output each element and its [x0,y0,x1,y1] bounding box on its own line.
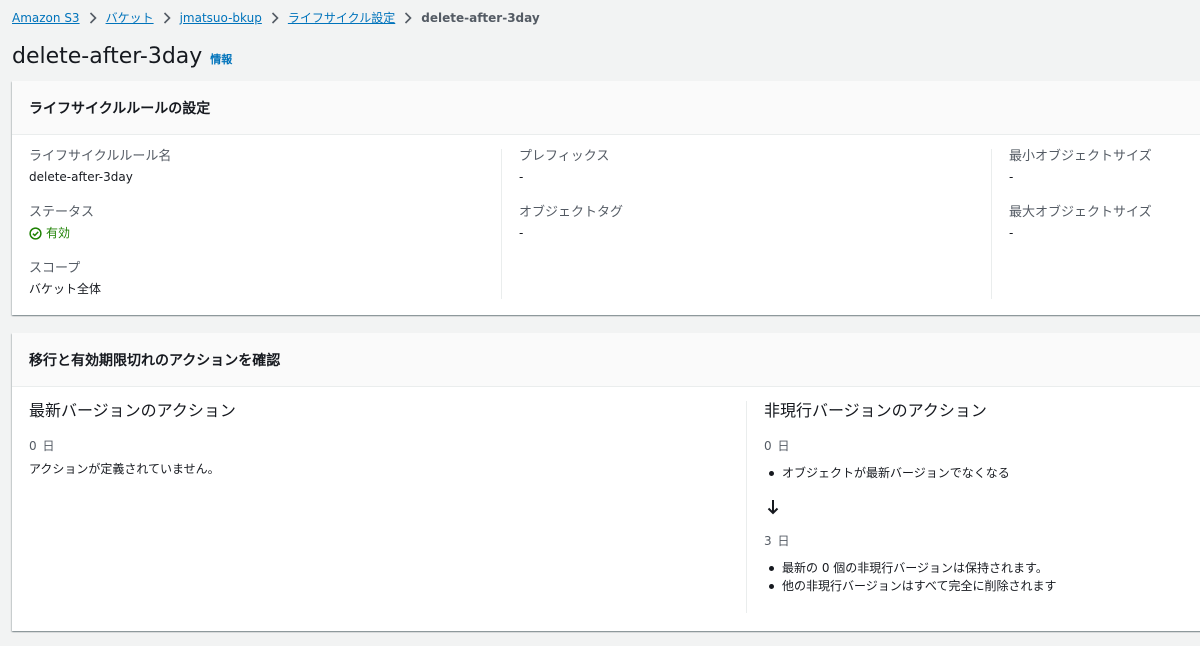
status-badge: 有効 [29,226,501,241]
rule-config-panel: ライフサイクルルールの設定 ライフサイクルルール名 delete-after-3… [12,81,1200,315]
breadcrumb-link-s3[interactable]: Amazon S3 [12,11,80,25]
prefix-field: プレフィックス - [519,149,991,185]
prefix-value: - [519,170,524,184]
rule-config-header: ライフサイクルルールの設定 [12,81,1200,135]
noncurrent-day-3-list: 最新の 0 個の非現行バージョンは保持されます。 他の非現行バージョンはすべて完… [764,559,1200,595]
list-item: オブジェクトが最新バージョンでなくなる [764,464,1200,482]
noncurrent-version-title: 非現行バージョンのアクション [764,401,987,420]
noncurrent-version-actions: 非現行バージョンのアクション 0 日 オブジェクトが最新バージョンでなくなる 3… [747,401,1200,613]
min-size-field: 最小オブジェクトサイズ - [1009,149,1200,185]
arrow-down-icon [766,498,1200,516]
breadcrumb: Amazon S3 バケット jmatsuo-bkup ライフサイクル設定 de… [12,9,540,26]
page-title-row: delete-after-3day 情報 [12,44,232,69]
object-tag-field: オブジェクトタグ - [519,205,991,241]
chevron-right-icon [271,11,279,24]
scope-field: スコープ バケット全体 [29,261,501,297]
max-size-value: - [1009,226,1014,240]
rule-name-label: ライフサイクルルール名 [29,149,172,164]
rule-config-column-1: ライフサイクルルール名 delete-after-3day ステータス 有効 ス… [12,149,502,299]
rule-name-value: delete-after-3day [29,170,133,184]
current-version-actions: 最新バージョンのアクション 0 日 アクションが定義されていません。 [12,401,747,613]
scope-label: スコープ [29,261,81,276]
min-size-value: - [1009,170,1014,184]
list-item: 他の非現行バージョンはすべて完全に削除されます [764,577,1200,595]
status-label: ステータス [29,205,95,220]
actions-header: 移行と有効期限切れのアクションを確認 [12,333,1200,387]
current-version-day: 0 日 [29,439,56,453]
scope-value: バケット全体 [29,282,102,296]
current-version-text: アクションが定義されていません。 [29,462,220,476]
rule-config-column-2: プレフィックス - オブジェクトタグ - [502,149,992,299]
info-link[interactable]: 情報 [210,51,232,67]
rule-config-column-3: 最小オブジェクトサイズ - 最大オブジェクトサイズ - [992,149,1200,299]
actions-panel: 移行と有効期限切れのアクションを確認 最新バージョンのアクション 0 日 アクシ… [12,333,1200,631]
status-value: 有効 [46,226,71,240]
status-field: ステータス 有効 [29,205,501,241]
chevron-right-icon [163,11,171,24]
prefix-label: プレフィックス [519,149,610,164]
breadcrumb-link-bucket[interactable]: jmatsuo-bkup [180,11,262,25]
max-size-label: 最大オブジェクトサイズ [1009,205,1152,220]
chevron-right-icon [404,11,412,24]
breadcrumb-current: delete-after-3day [421,10,540,25]
noncurrent-day-0-list: オブジェクトが最新バージョンでなくなる [764,464,1200,482]
list-item: 最新の 0 個の非現行バージョンは保持されます。 [764,559,1200,577]
noncurrent-day-0: 0 日 [764,439,791,453]
page-title: delete-after-3day [12,44,203,69]
object-tag-label: オブジェクトタグ [519,205,624,220]
object-tag-value: - [519,226,524,240]
breadcrumb-link-lifecycle[interactable]: ライフサイクル設定 [288,9,395,26]
check-circle-icon [29,227,42,240]
breadcrumb-link-buckets[interactable]: バケット [106,9,154,26]
rule-name-field: ライフサイクルルール名 delete-after-3day [29,149,501,185]
noncurrent-day-3: 3 日 [764,534,791,548]
current-version-title: 最新バージョンのアクション [29,401,236,420]
max-size-field: 最大オブジェクトサイズ - [1009,205,1200,241]
chevron-right-icon [89,11,97,24]
min-size-label: 最小オブジェクトサイズ [1009,149,1152,164]
